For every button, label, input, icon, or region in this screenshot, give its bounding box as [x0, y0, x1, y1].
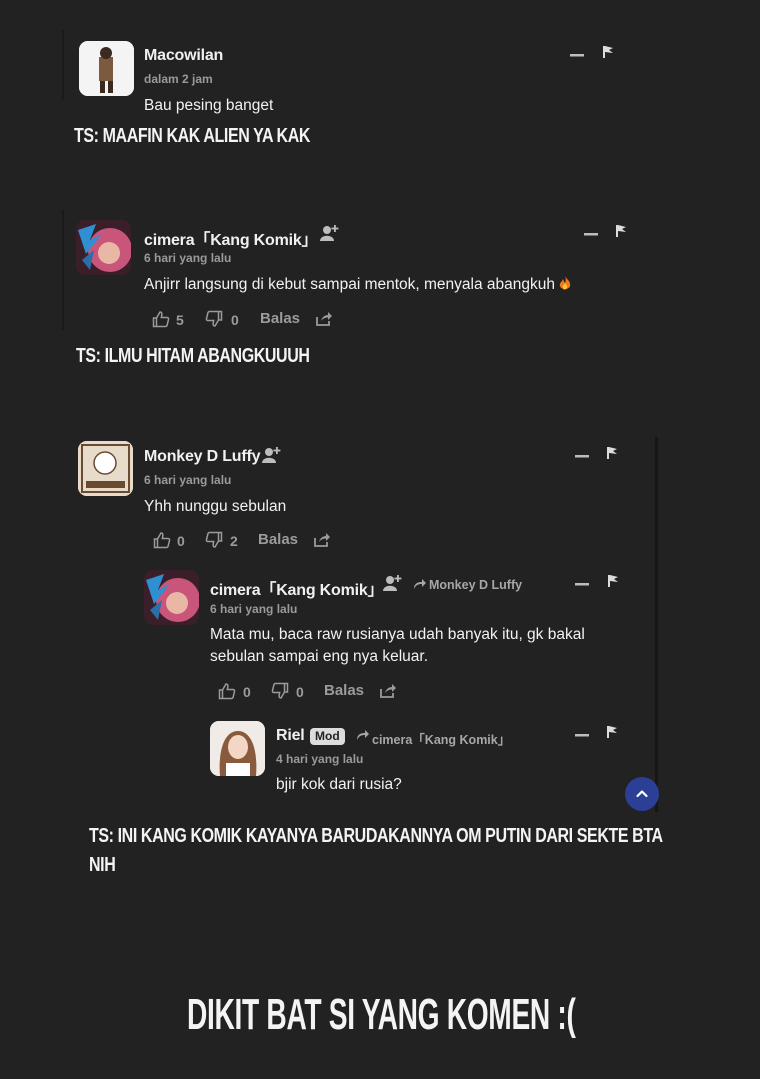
comment-text-line-1: Mata mu, baca raw rusianya udah banyak i…: [210, 626, 585, 643]
collapse-icon[interactable]: [583, 229, 599, 239]
avatar-image: [78, 441, 133, 496]
dislike-count: 2: [230, 533, 238, 549]
collapse-icon[interactable]: [569, 50, 585, 60]
share-icon[interactable]: [315, 310, 333, 327]
dislike-count: 0: [296, 684, 304, 700]
avatar[interactable]: [79, 41, 134, 96]
avatar[interactable]: [144, 570, 199, 625]
reply-arrow-icon: [414, 579, 426, 589]
comment-text: Yhh nunggu sebulan: [144, 498, 287, 515]
collapse-icon[interactable]: [574, 730, 590, 740]
comment-time: 6 hari yang lalu: [210, 602, 298, 616]
avatar-image: [76, 220, 131, 275]
comment-time: 6 hari yang lalu: [144, 473, 232, 487]
flag-icon[interactable]: [605, 446, 619, 460]
comment-time: dalam 2 jam: [144, 72, 213, 86]
thread-line: [62, 210, 64, 330]
comment-text: Bau pesing banget: [144, 97, 274, 114]
thumbs-down-icon[interactable]: [271, 682, 289, 700]
flag-icon[interactable]: [606, 574, 620, 588]
author-name[interactable]: Monkey D Luffy: [144, 448, 261, 466]
reply-button[interactable]: Balas: [260, 310, 300, 327]
caption-3: TS: INI KANG KOMIK KAYANYA BARUDAKANNYA …: [89, 822, 663, 880]
thumbs-up-icon[interactable]: [218, 682, 236, 700]
comment-text-content: Anjirr langsung di kebut sampai mentok, …: [144, 276, 555, 293]
flag-icon[interactable]: [601, 45, 615, 59]
author-name[interactable]: cimera「Kang Komik」: [144, 226, 318, 250]
thumbs-up-icon[interactable]: [152, 310, 170, 328]
caption-3-line-2: NIH: [89, 854, 116, 876]
follow-user-icon[interactable]: [262, 446, 282, 464]
thumbs-down-icon[interactable]: [205, 310, 223, 328]
comment-text-line-2: sebulan sampai eng nya keluar.: [210, 648, 429, 665]
follow-user-icon[interactable]: [383, 574, 403, 592]
caption-4: DIKIT BAT SI YANG KOMEN :(: [187, 990, 576, 1039]
mod-badge: Mod: [310, 728, 345, 745]
caption-2: TS: ILMU HITAM ABANGKUUUH: [76, 345, 310, 367]
comment-text: bjir kok dari rusia?: [276, 776, 402, 793]
chevron-up-icon: [636, 790, 648, 798]
avatar-image: [79, 41, 134, 96]
author-name[interactable]: Macowilan: [144, 47, 223, 65]
flag-icon[interactable]: [605, 725, 619, 739]
comment-time: 6 hari yang lalu: [144, 251, 232, 265]
collapse-icon[interactable]: [574, 451, 590, 461]
comment-time: 4 hari yang lalu: [276, 752, 364, 766]
like-count: 0: [243, 684, 251, 700]
avatar-image: [210, 721, 265, 776]
avatar[interactable]: [210, 721, 265, 776]
flag-icon[interactable]: [614, 224, 628, 238]
share-icon[interactable]: [379, 682, 397, 699]
thread-line: [62, 30, 64, 100]
like-count: 0: [177, 533, 185, 549]
follow-user-icon[interactable]: [320, 224, 340, 242]
avatar[interactable]: [76, 220, 131, 275]
avatar-image: [144, 570, 199, 625]
reply-button[interactable]: Balas: [324, 682, 364, 699]
avatar[interactable]: [78, 441, 133, 496]
thumbs-up-icon[interactable]: [153, 531, 171, 549]
reply-button[interactable]: Balas: [258, 531, 298, 548]
reply-arrow-icon: [357, 730, 369, 740]
author-name[interactable]: Riel: [276, 727, 305, 745]
caption-1: TS: MAAFIN KAK ALIEN YA KAK: [74, 125, 311, 147]
scroll-to-top-button[interactable]: [625, 777, 659, 811]
reply-to-name[interactable]: cimera「Kang Komik」: [372, 729, 510, 748]
dislike-count: 0: [231, 312, 239, 328]
comment-text: Anjirr langsung di kebut sampai mentok, …: [144, 274, 572, 296]
reply-to-name[interactable]: Monkey D Luffy: [429, 578, 522, 592]
thumbs-down-icon[interactable]: [205, 531, 223, 549]
share-icon[interactable]: [313, 531, 331, 548]
collapse-icon[interactable]: [574, 579, 590, 589]
like-count: 5: [176, 312, 184, 328]
author-name[interactable]: cimera「Kang Komik」: [210, 576, 384, 600]
thread-line: [655, 437, 658, 812]
fire-emoji: [559, 276, 571, 290]
caption-3-line-1: TS: INI KANG KOMIK KAYANYA BARUDAKANNYA …: [89, 825, 663, 847]
